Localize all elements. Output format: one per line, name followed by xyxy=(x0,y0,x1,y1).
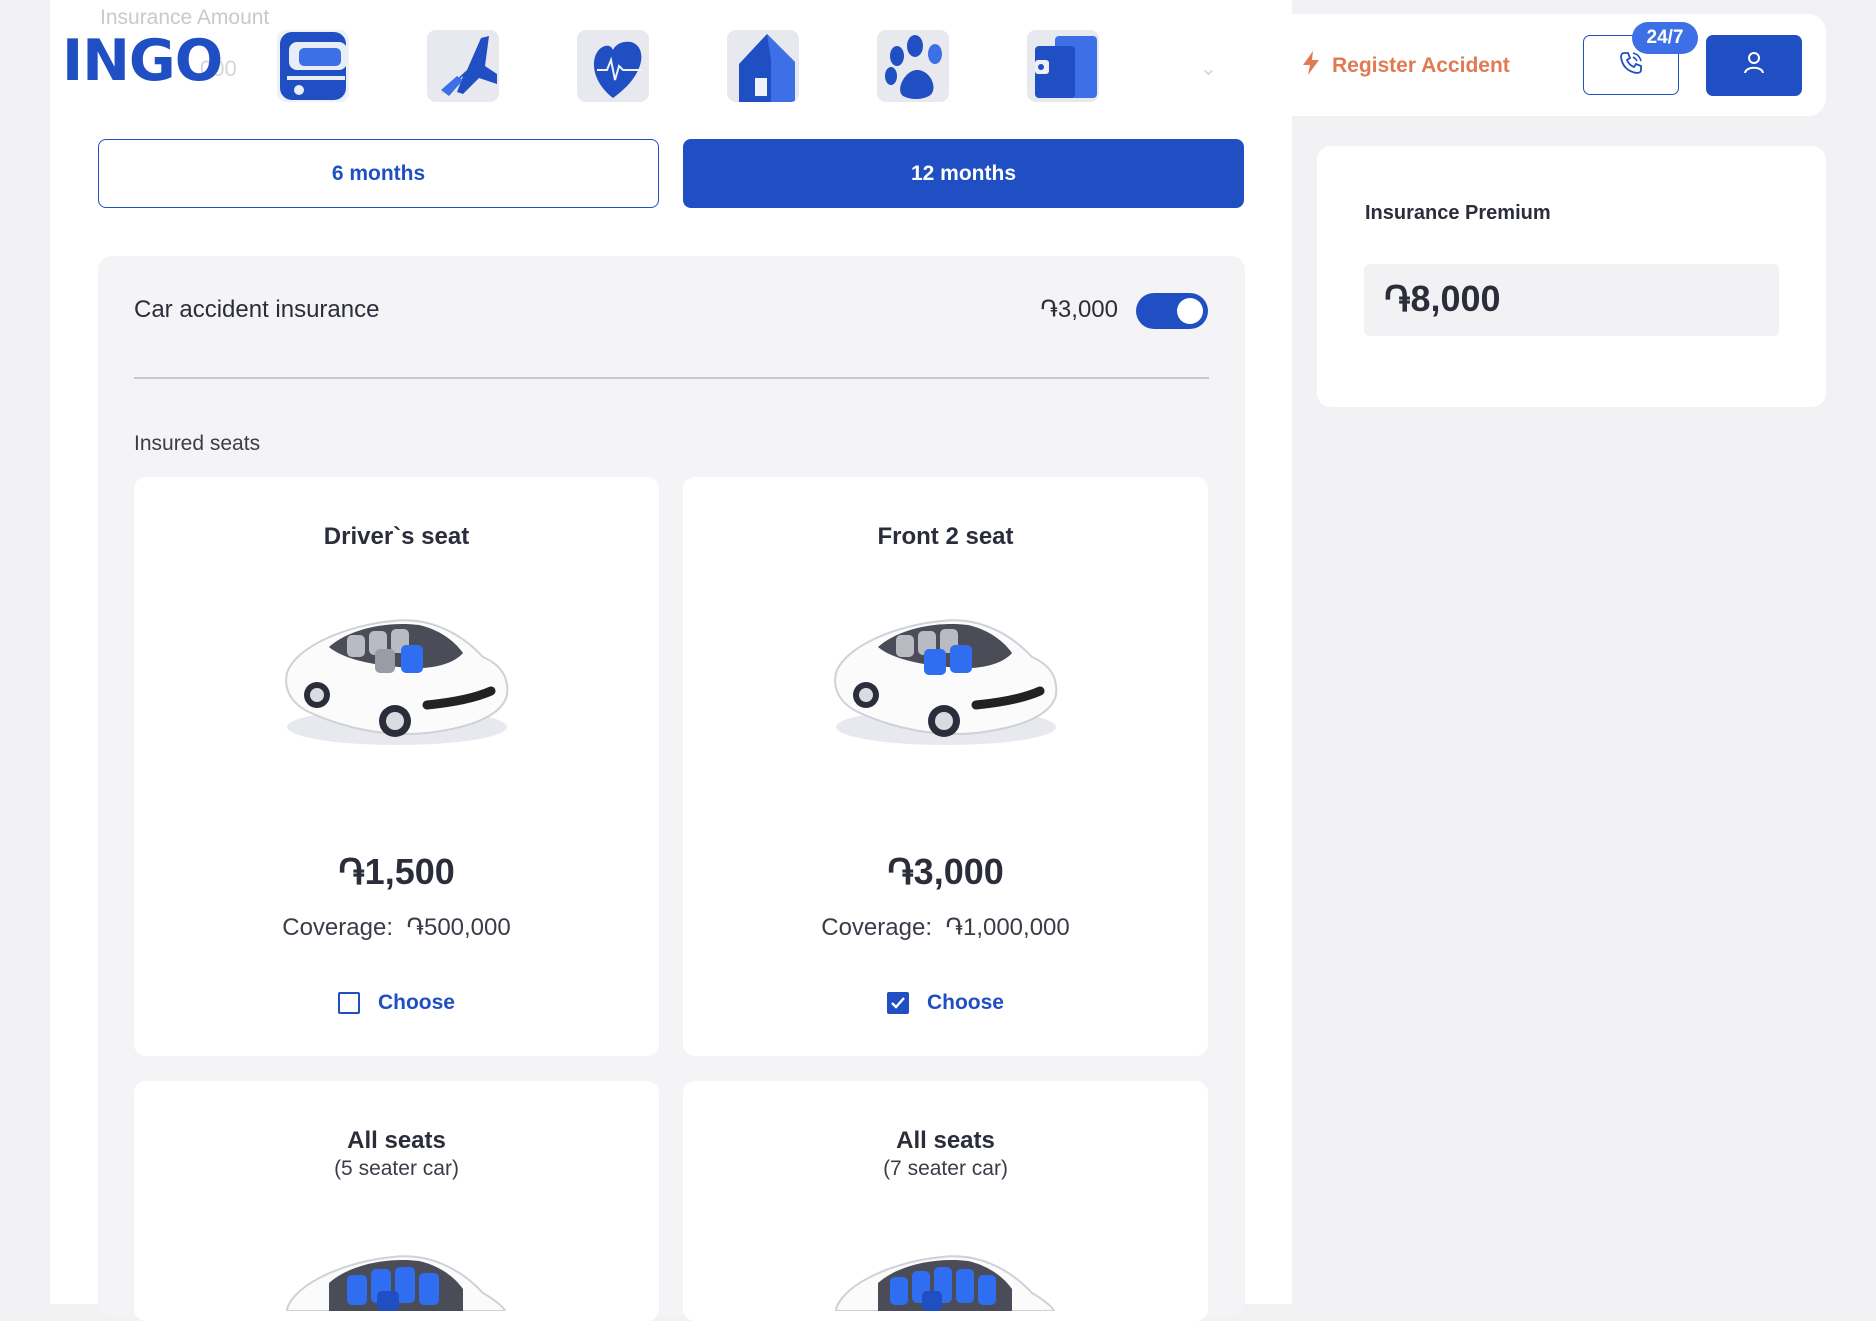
period-6-months-button[interactable]: 6 months xyxy=(98,139,659,208)
logo[interactable]: INGO xyxy=(62,30,223,92)
car-image-front-seats xyxy=(826,595,1066,760)
heart-pulse-icon[interactable] xyxy=(577,30,649,102)
wallet-icon[interactable] xyxy=(1027,30,1099,102)
seat-card-title: All seats xyxy=(347,1127,446,1154)
chevron-down-icon: ⌄ xyxy=(1200,58,1217,80)
premium-amount: ֏8,000 xyxy=(1384,278,1501,319)
choose-driver-seat[interactable]: Choose xyxy=(134,991,659,1015)
insurance-toggle[interactable] xyxy=(1136,293,1208,329)
car-image-all-seats-7 xyxy=(826,1231,1066,1316)
seat-card-all-7[interactable]: All seats (7 seater car) xyxy=(683,1081,1208,1321)
house-icon[interactable] xyxy=(727,30,799,102)
seat-card-subtitle: (7 seater car) xyxy=(883,1157,1008,1180)
premium-title: Insurance Premium xyxy=(1365,202,1551,224)
insurance-title: Car accident insurance xyxy=(134,296,380,323)
seat-card-subtitle: (5 seater car) xyxy=(334,1157,459,1180)
insurance-amount-label: Insurance Amount xyxy=(100,6,270,29)
car-image-all-seats-5 xyxy=(277,1231,517,1316)
seat-coverage: Coverage: ֏1,000,000 xyxy=(683,914,1208,942)
seat-coverage: Coverage: ֏500,000 xyxy=(134,914,659,942)
period-12-months-button[interactable]: 12 months xyxy=(683,139,1244,208)
seat-card-title: Front 2 seat xyxy=(877,523,1014,550)
insured-seats-label: Insured seats xyxy=(134,432,261,455)
coverage-value: ֏500,000 xyxy=(406,914,511,941)
user-icon xyxy=(1743,51,1765,80)
coverage-label: Coverage: xyxy=(282,914,393,941)
paw-icon[interactable] xyxy=(877,30,949,102)
coverage-value: ֏1,000,000 xyxy=(945,914,1070,941)
checkbox-checked[interactable] xyxy=(886,992,909,1014)
seat-price: ֏3,000 xyxy=(887,851,1004,892)
premium-amount-box: ֏8,000 xyxy=(1364,264,1779,336)
seat-card-front-2[interactable]: Front 2 seat ֏3,000 Coverage: ֏1,000,000… xyxy=(683,477,1208,1056)
seat-card-title: All seats xyxy=(896,1127,995,1154)
register-accident-label: Register Accident xyxy=(1332,54,1510,77)
choose-label: Choose xyxy=(926,991,1004,1014)
car-image-driver-seat xyxy=(277,595,517,760)
airplane-icon[interactable] xyxy=(427,30,499,102)
choose-label: Choose xyxy=(377,991,455,1014)
car-icon[interactable] xyxy=(277,30,349,102)
lightning-icon xyxy=(1300,50,1322,82)
coverage-label: Coverage: xyxy=(821,914,932,941)
register-accident-link[interactable]: Register Accident xyxy=(1300,50,1510,82)
user-account-button[interactable] xyxy=(1706,35,1802,96)
seat-card-title: Driver`s seat xyxy=(323,523,470,550)
checkmark-icon xyxy=(891,997,905,1009)
checkbox-unchecked[interactable] xyxy=(337,992,360,1014)
phone-icon xyxy=(1618,50,1644,81)
support-badge: 24/7 xyxy=(1632,22,1698,54)
divider xyxy=(134,377,1209,379)
toggle-knob xyxy=(1177,298,1203,324)
choose-front-2-seat[interactable]: Choose xyxy=(683,991,1208,1015)
insurance-price: ֏3,000 xyxy=(1040,296,1118,323)
premium-card: Insurance Premium ֏8,000 xyxy=(1317,146,1826,407)
seat-card-driver[interactable]: Driver`s seat ֏1,500 Coverage: ֏500,000 … xyxy=(134,477,659,1056)
seat-card-all-5[interactable]: All seats (5 seater car) xyxy=(134,1081,659,1321)
seat-price: ֏1,500 xyxy=(338,851,455,892)
